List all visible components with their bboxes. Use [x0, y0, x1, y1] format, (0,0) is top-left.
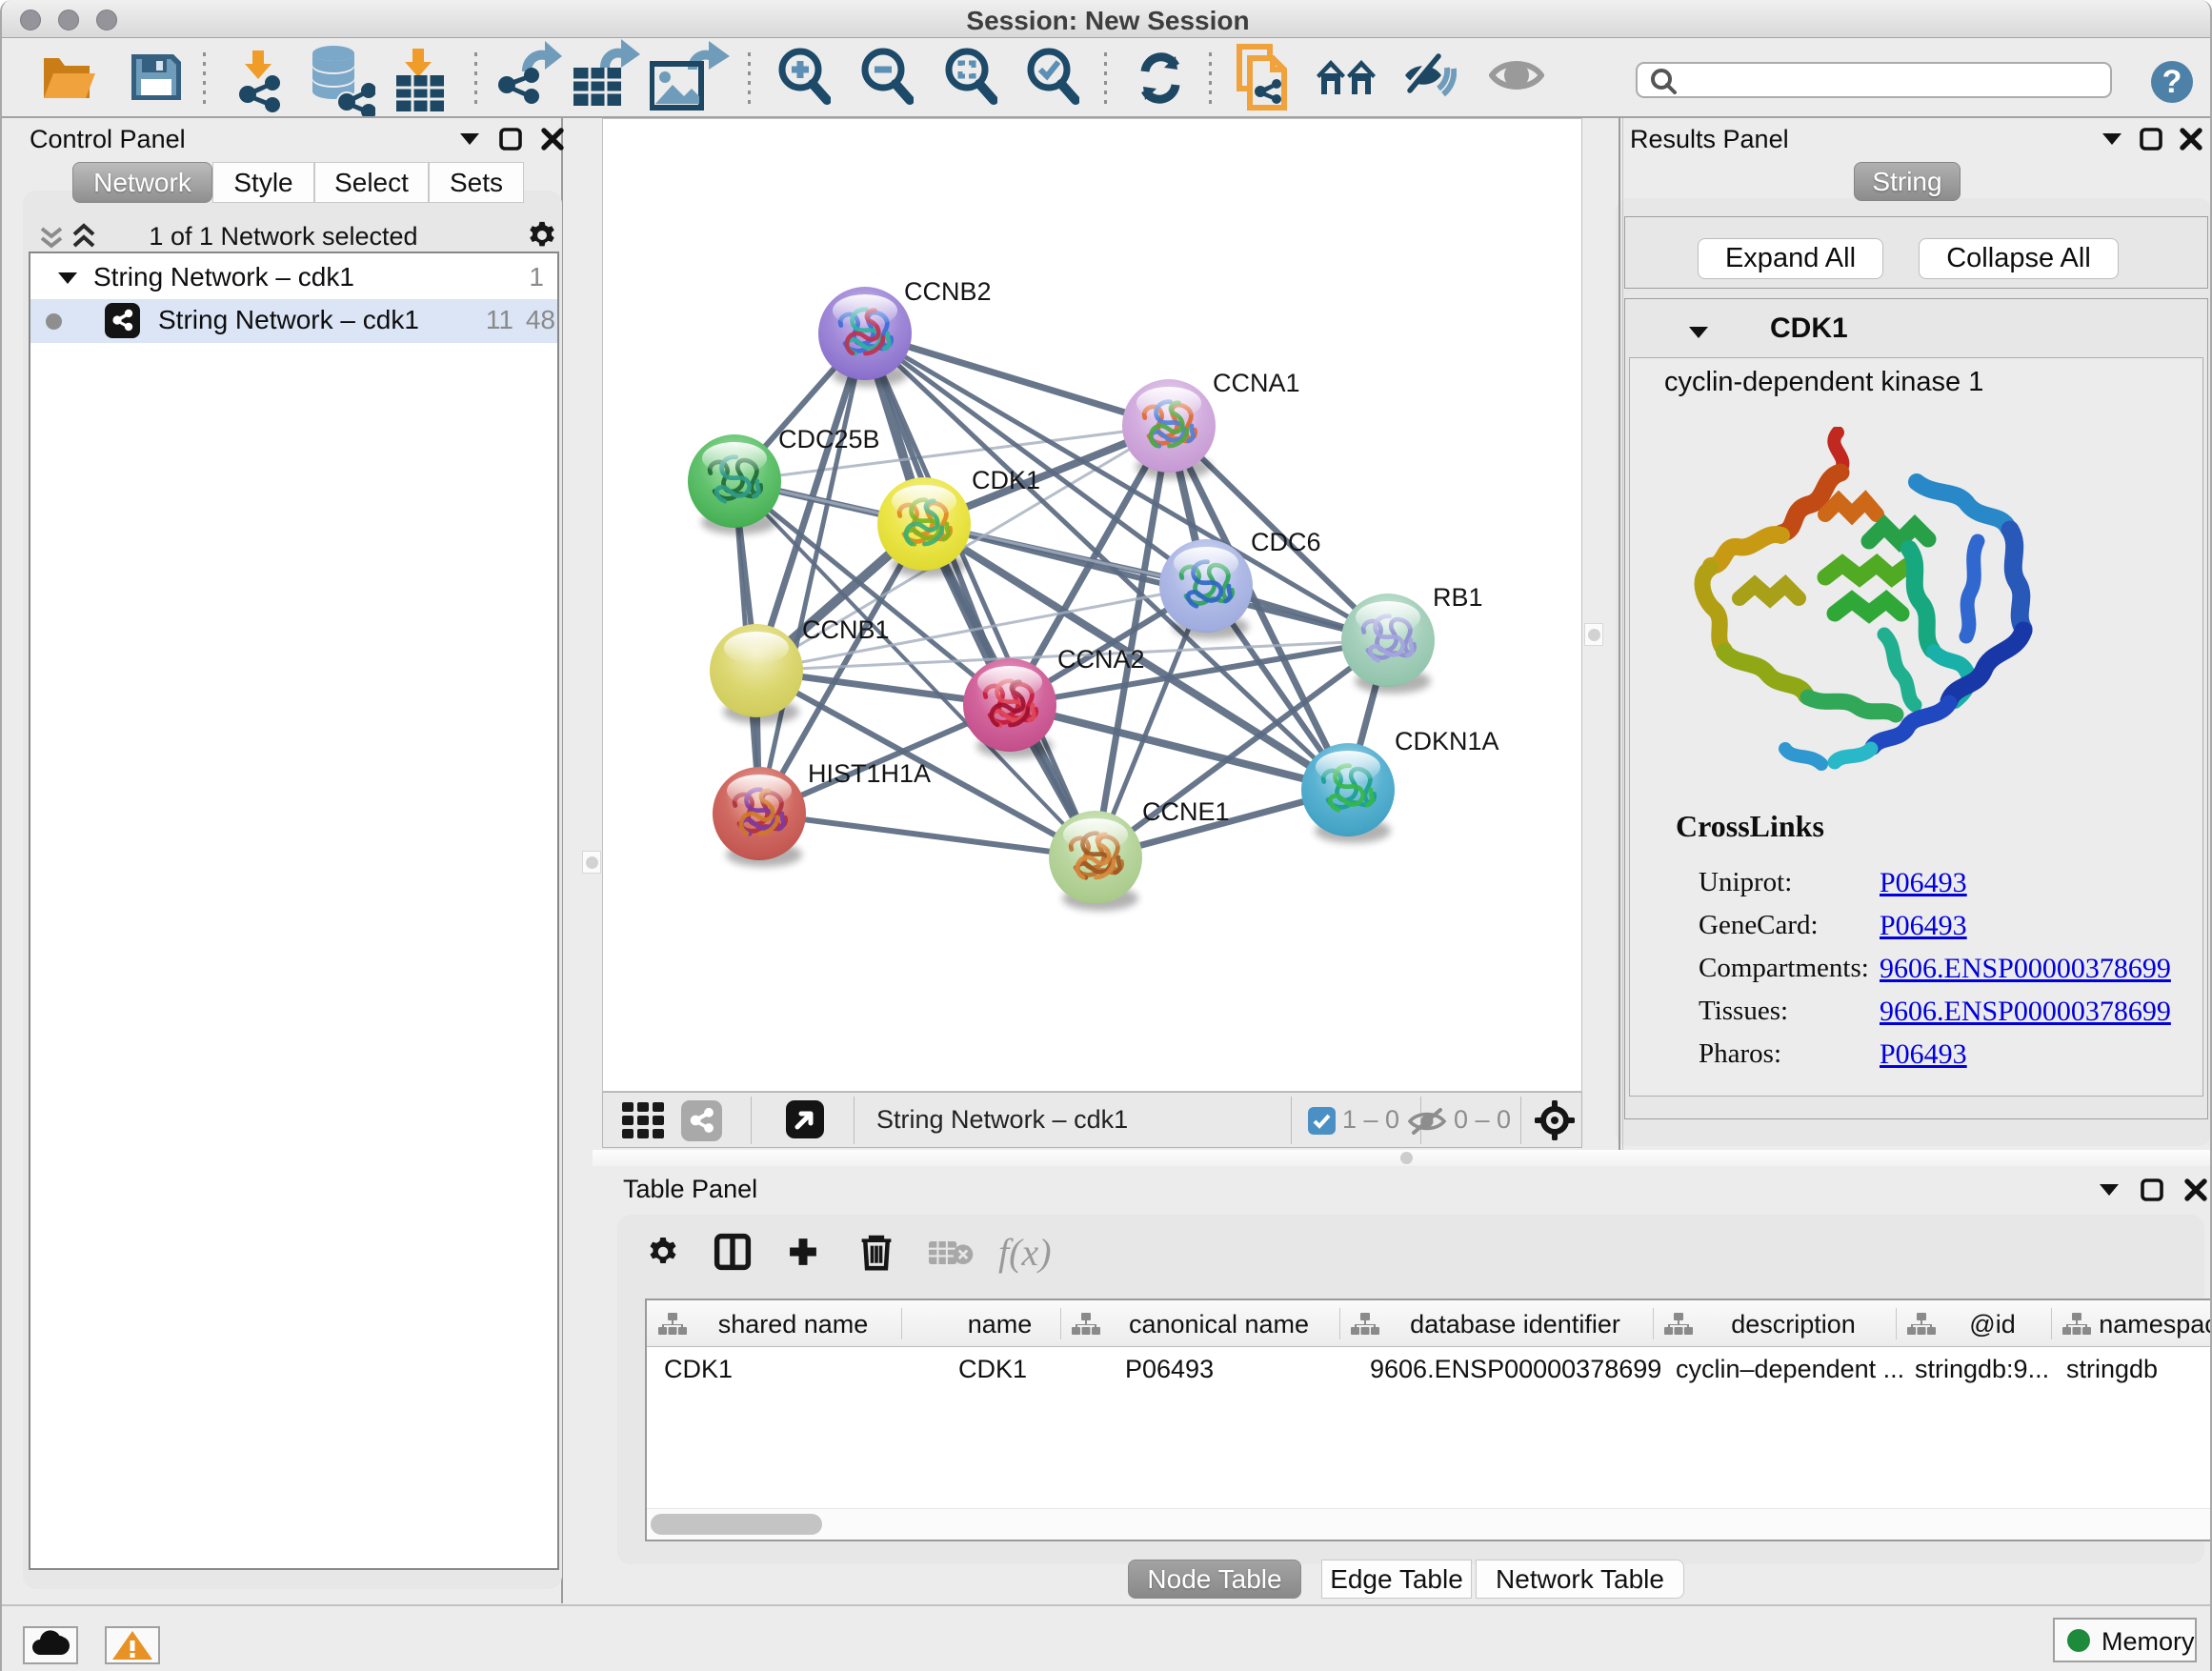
svg-text:HIST1H1A: HIST1H1A — [808, 759, 931, 788]
svg-text:RB1: RB1 — [1433, 583, 1483, 612]
svg-text:CCNB1: CCNB1 — [802, 615, 890, 644]
svg-text:CDK1: CDK1 — [972, 466, 1040, 494]
svg-text:CDC25B: CDC25B — [778, 425, 880, 453]
svg-text:CCNA2: CCNA2 — [1057, 645, 1145, 674]
svg-text:CDKN1A: CDKN1A — [1395, 727, 1499, 755]
svg-text:CCNE1: CCNE1 — [1142, 797, 1230, 826]
svg-text:CDC6: CDC6 — [1251, 528, 1321, 556]
svg-text:CCNB2: CCNB2 — [904, 277, 992, 306]
svg-text:CCNA1: CCNA1 — [1213, 369, 1300, 397]
